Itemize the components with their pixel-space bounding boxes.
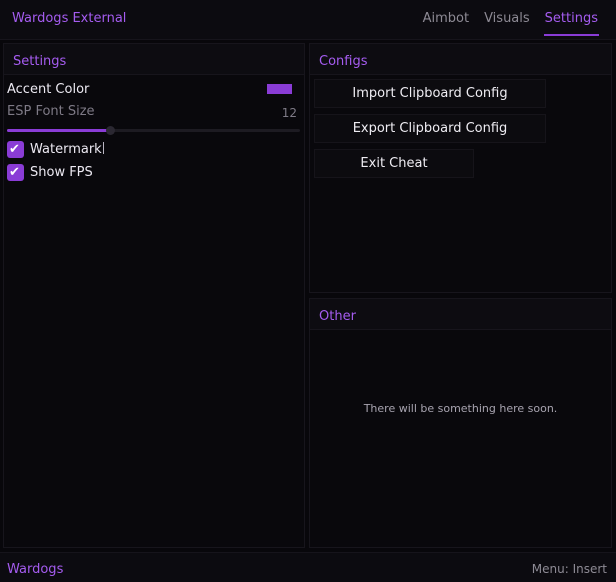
app-window: Wardogs External Aimbot Visuals Settings… — [0, 0, 616, 582]
footer-brand: Wardogs — [7, 562, 64, 577]
tab-settings[interactable]: Settings — [543, 0, 600, 40]
tab-aimbot[interactable]: Aimbot — [423, 0, 469, 40]
watermark-label: Watermark — [30, 142, 104, 157]
esp-font-size-label: ESP Font Size — [7, 104, 95, 119]
slider-fill — [7, 129, 110, 132]
tab-visuals[interactable]: Visuals — [484, 0, 530, 40]
menu-key-hint: Menu: Insert — [531, 562, 607, 576]
show-fps-label: Show FPS — [30, 165, 93, 180]
checkmark-icon: ✔ — [9, 142, 20, 157]
show-fps-toggle[interactable]: ✔ Show FPS — [7, 164, 117, 182]
export-clipboard-config-button[interactable]: Export Clipboard Config — [314, 114, 546, 143]
text-caret — [102, 142, 104, 154]
settings-panel-title: Settings — [13, 54, 67, 69]
status-bar: Wardogs Menu: Insert — [0, 552, 616, 582]
app-title: Wardogs External — [12, 11, 127, 26]
tab-bar: Aimbot Visuals Settings — [408, 0, 600, 40]
accent-color-label: Accent Color — [7, 82, 90, 97]
exit-cheat-button[interactable]: Exit Cheat — [314, 149, 474, 178]
accent-color-swatch[interactable] — [267, 84, 292, 94]
title-bar: Wardogs External Aimbot Visuals Settings — [0, 0, 616, 40]
esp-font-size-slider[interactable] — [7, 126, 300, 135]
import-clipboard-config-button[interactable]: Import Clipboard Config — [314, 79, 546, 108]
other-panel: Other There will be something here soon. — [309, 298, 612, 548]
watermark-checkbox[interactable]: ✔ — [7, 141, 24, 158]
configs-panel: Configs Import Clipboard Config Export C… — [309, 43, 612, 293]
configs-panel-title: Configs — [319, 54, 368, 69]
watermark-toggle[interactable]: ✔ Watermark — [7, 141, 117, 159]
placeholder-message: There will be something here soon. — [363, 402, 558, 415]
other-panel-header: Other — [310, 299, 611, 330]
settings-panel: Settings Accent Color ESP Font Size 12 ✔… — [3, 43, 305, 548]
esp-font-size-value: 12 — [281, 106, 297, 120]
settings-panel-header: Settings — [4, 44, 304, 75]
show-fps-checkbox[interactable]: ✔ — [7, 164, 24, 181]
other-panel-title: Other — [319, 309, 356, 324]
checkmark-icon: ✔ — [9, 165, 20, 180]
configs-panel-header: Configs — [310, 44, 611, 75]
slider-handle[interactable] — [105, 126, 115, 135]
